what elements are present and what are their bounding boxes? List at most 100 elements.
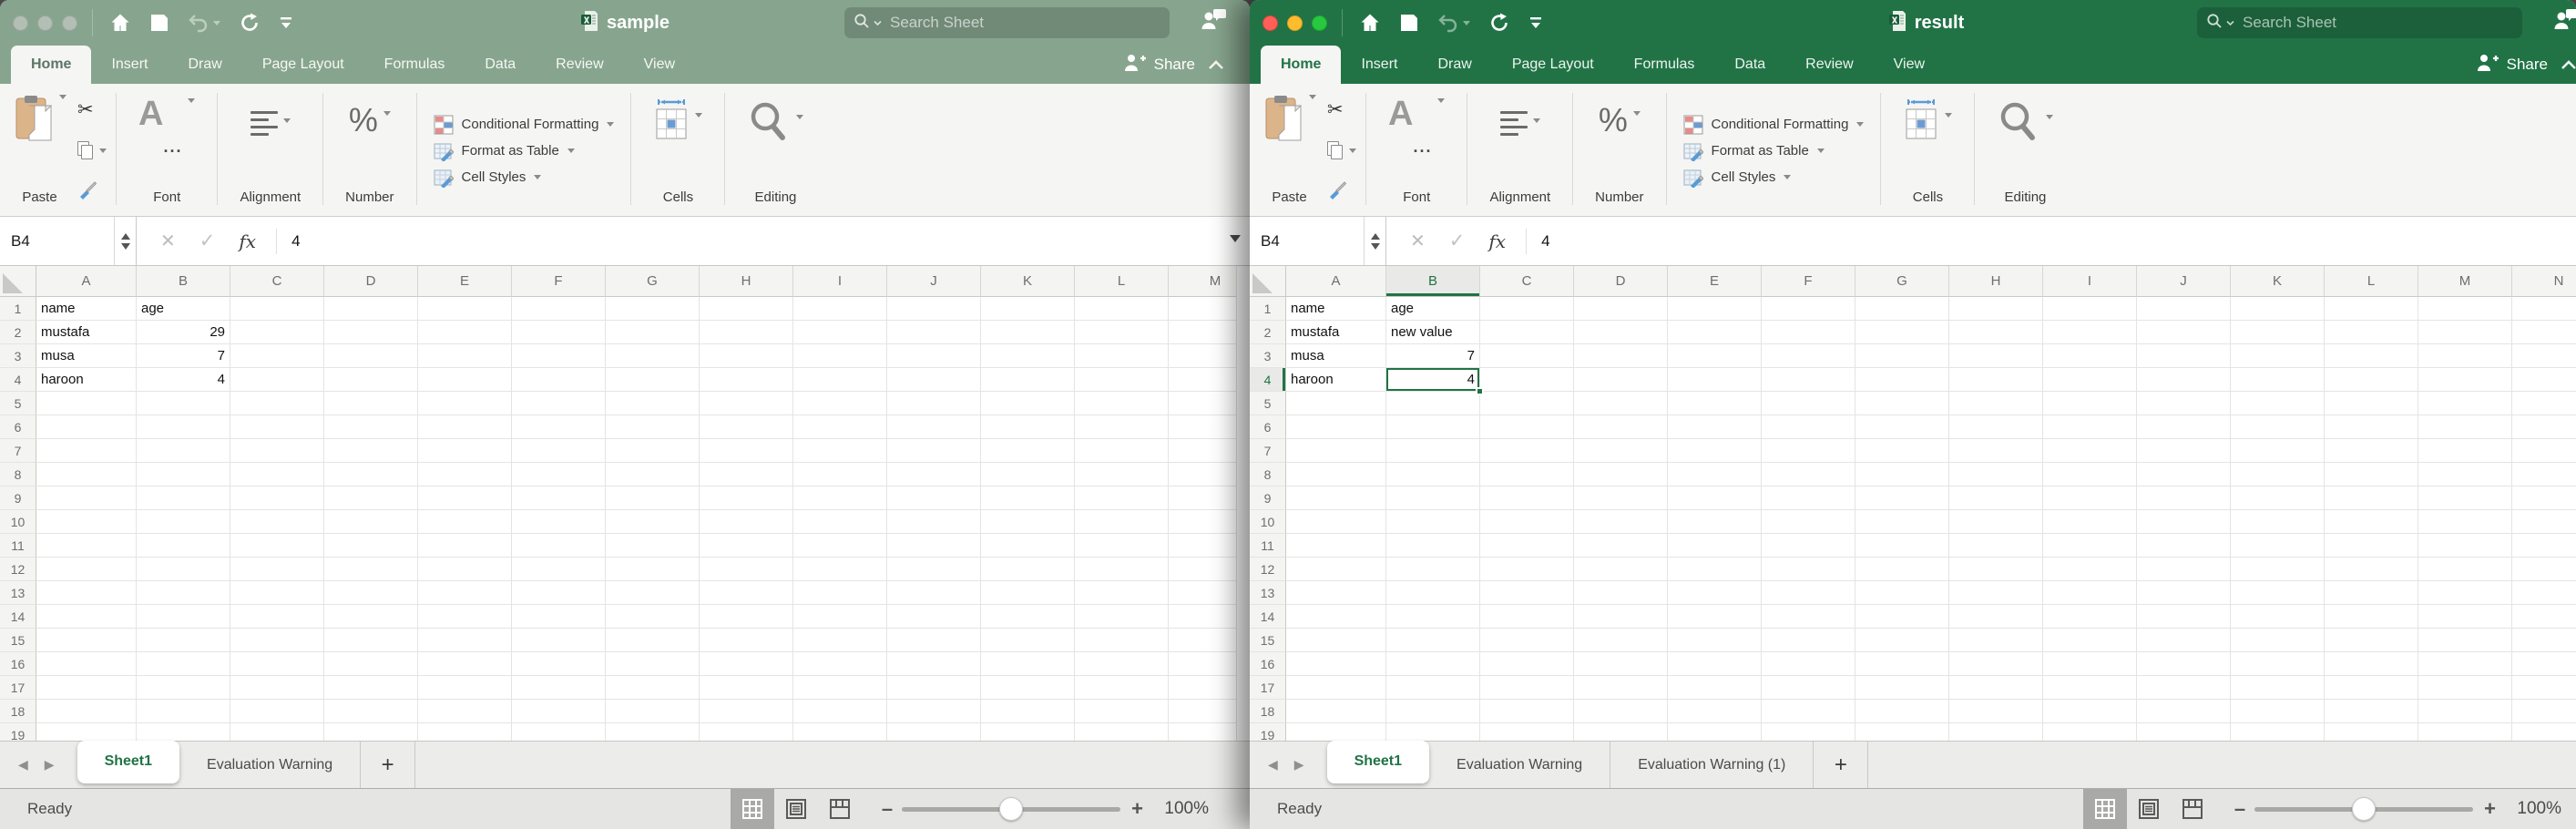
cell-D16[interactable]	[1574, 652, 1668, 676]
cell-F11[interactable]	[512, 534, 606, 558]
conditional-formatting-button[interactable]: Conditional Formatting	[434, 115, 615, 135]
cut-icon[interactable]: ✂	[1327, 98, 1344, 121]
sheet-prev-icon[interactable]: ◀	[18, 757, 28, 773]
cell-C17[interactable]	[1480, 676, 1574, 700]
name-box-spinner[interactable]	[114, 217, 136, 265]
cell-B1[interactable]: age	[1386, 297, 1480, 321]
cell-D12[interactable]	[324, 558, 418, 581]
cell-D9[interactable]	[1574, 486, 1668, 510]
cell-F2[interactable]	[512, 321, 606, 344]
cell-B8[interactable]	[1386, 463, 1480, 486]
zoom-out-button[interactable]: –	[882, 797, 893, 821]
cell-J6[interactable]	[887, 415, 981, 439]
cell-H12[interactable]	[700, 558, 793, 581]
zoom-slider-knob[interactable]	[999, 797, 1023, 821]
row-header-2[interactable]: 2	[1250, 321, 1286, 344]
cell-E4[interactable]	[1668, 368, 1762, 392]
editing-dropdown-icon[interactable]	[2046, 115, 2053, 119]
cell-L17[interactable]	[1075, 676, 1169, 700]
cell-E14[interactable]	[418, 605, 512, 629]
enter-icon[interactable]: ✓	[1449, 230, 1466, 252]
cell-C1[interactable]	[1480, 297, 1574, 321]
fill-handle[interactable]	[1476, 387, 1484, 395]
cell-A16[interactable]	[1286, 652, 1386, 676]
cell-I19[interactable]	[2043, 723, 2137, 741]
cell-D19[interactable]	[1574, 723, 1668, 741]
page-layout-view-button[interactable]	[774, 789, 818, 829]
row-header-1[interactable]: 1	[0, 297, 36, 321]
cell-B9[interactable]	[137, 486, 230, 510]
cell-J7[interactable]	[2137, 439, 2231, 463]
zoom-window-button[interactable]	[1312, 15, 1327, 31]
tab-page-layout[interactable]: Page Layout	[242, 46, 364, 84]
cell-A1[interactable]: name	[36, 297, 137, 321]
format-painter-icon[interactable]	[77, 179, 97, 200]
cell-B6[interactable]	[1386, 415, 1480, 439]
column-header-F[interactable]: F	[1762, 266, 1855, 297]
cell-L2[interactable]	[1075, 321, 1169, 344]
cell-F12[interactable]	[1762, 558, 1855, 581]
cell-E11[interactable]	[418, 534, 512, 558]
cell-B15[interactable]	[1386, 629, 1480, 652]
alignment-group[interactable]: Alignment	[227, 89, 313, 212]
cell-B5[interactable]	[137, 392, 230, 415]
cell-M6[interactable]	[2418, 415, 2512, 439]
cell-K1[interactable]	[2231, 297, 2325, 321]
row-header-17[interactable]: 17	[1250, 676, 1286, 700]
cell-J13[interactable]	[2137, 581, 2231, 605]
row-header-3[interactable]: 3	[0, 344, 36, 368]
cell-A11[interactable]	[36, 534, 137, 558]
cell-F13[interactable]	[512, 581, 606, 605]
cell-G5[interactable]	[1855, 392, 1949, 415]
cell-F3[interactable]	[1762, 344, 1855, 368]
cell-B19[interactable]	[137, 723, 230, 741]
sheet-tab-evaluation-warning-1-[interactable]: Evaluation Warning (1)	[1610, 742, 1814, 788]
cell-E12[interactable]	[1668, 558, 1762, 581]
column-header-M[interactable]: M	[2418, 266, 2512, 297]
row-header-9[interactable]: 9	[1250, 486, 1286, 510]
cell-E16[interactable]	[1668, 652, 1762, 676]
cell-D12[interactable]	[1574, 558, 1668, 581]
cell-A14[interactable]	[1286, 605, 1386, 629]
sheet-tab-sheet1[interactable]: Sheet1	[77, 741, 179, 783]
cell-K2[interactable]	[981, 321, 1075, 344]
cell-L16[interactable]	[1075, 652, 1169, 676]
cell-G16[interactable]	[1855, 652, 1949, 676]
font-group[interactable]: A... Font	[126, 89, 208, 212]
cell-C4[interactable]	[1480, 368, 1574, 392]
vertical-scrollbar[interactable]	[1236, 266, 1250, 741]
cell-L1[interactable]	[1075, 297, 1169, 321]
search-input[interactable]: Search Sheet	[2197, 7, 2522, 38]
cell-F1[interactable]	[512, 297, 606, 321]
tab-home[interactable]: Home	[11, 46, 91, 84]
cell-C15[interactable]	[230, 629, 324, 652]
cell-A2[interactable]: mustafa	[36, 321, 137, 344]
column-header-H[interactable]: H	[700, 266, 793, 297]
cell-B10[interactable]	[1386, 510, 1480, 534]
cut-icon[interactable]: ✂	[77, 98, 94, 121]
cell-D9[interactable]	[324, 486, 418, 510]
cell-K13[interactable]	[981, 581, 1075, 605]
cell-B5[interactable]	[1386, 392, 1480, 415]
cell-K16[interactable]	[981, 652, 1075, 676]
cell-M17[interactable]	[2418, 676, 2512, 700]
tab-formulas[interactable]: Formulas	[364, 46, 465, 84]
minimize-button[interactable]	[37, 15, 53, 31]
cell-I10[interactable]	[2043, 510, 2137, 534]
cell-D10[interactable]	[324, 510, 418, 534]
cell-G5[interactable]	[606, 392, 700, 415]
cell-C11[interactable]	[1480, 534, 1574, 558]
cell-C3[interactable]	[230, 344, 324, 368]
tab-view[interactable]: View	[624, 46, 695, 84]
cell-J19[interactable]	[2137, 723, 2231, 741]
cell-E7[interactable]	[418, 439, 512, 463]
cell-I19[interactable]	[793, 723, 887, 741]
cell-G17[interactable]	[606, 676, 700, 700]
cell-A15[interactable]	[36, 629, 137, 652]
tab-page-layout[interactable]: Page Layout	[1492, 46, 1614, 84]
cell-D11[interactable]	[324, 534, 418, 558]
home-icon[interactable]	[1359, 12, 1381, 34]
cell-M8[interactable]	[2418, 463, 2512, 486]
cell-C10[interactable]	[230, 510, 324, 534]
row-header-3[interactable]: 3	[1250, 344, 1286, 368]
